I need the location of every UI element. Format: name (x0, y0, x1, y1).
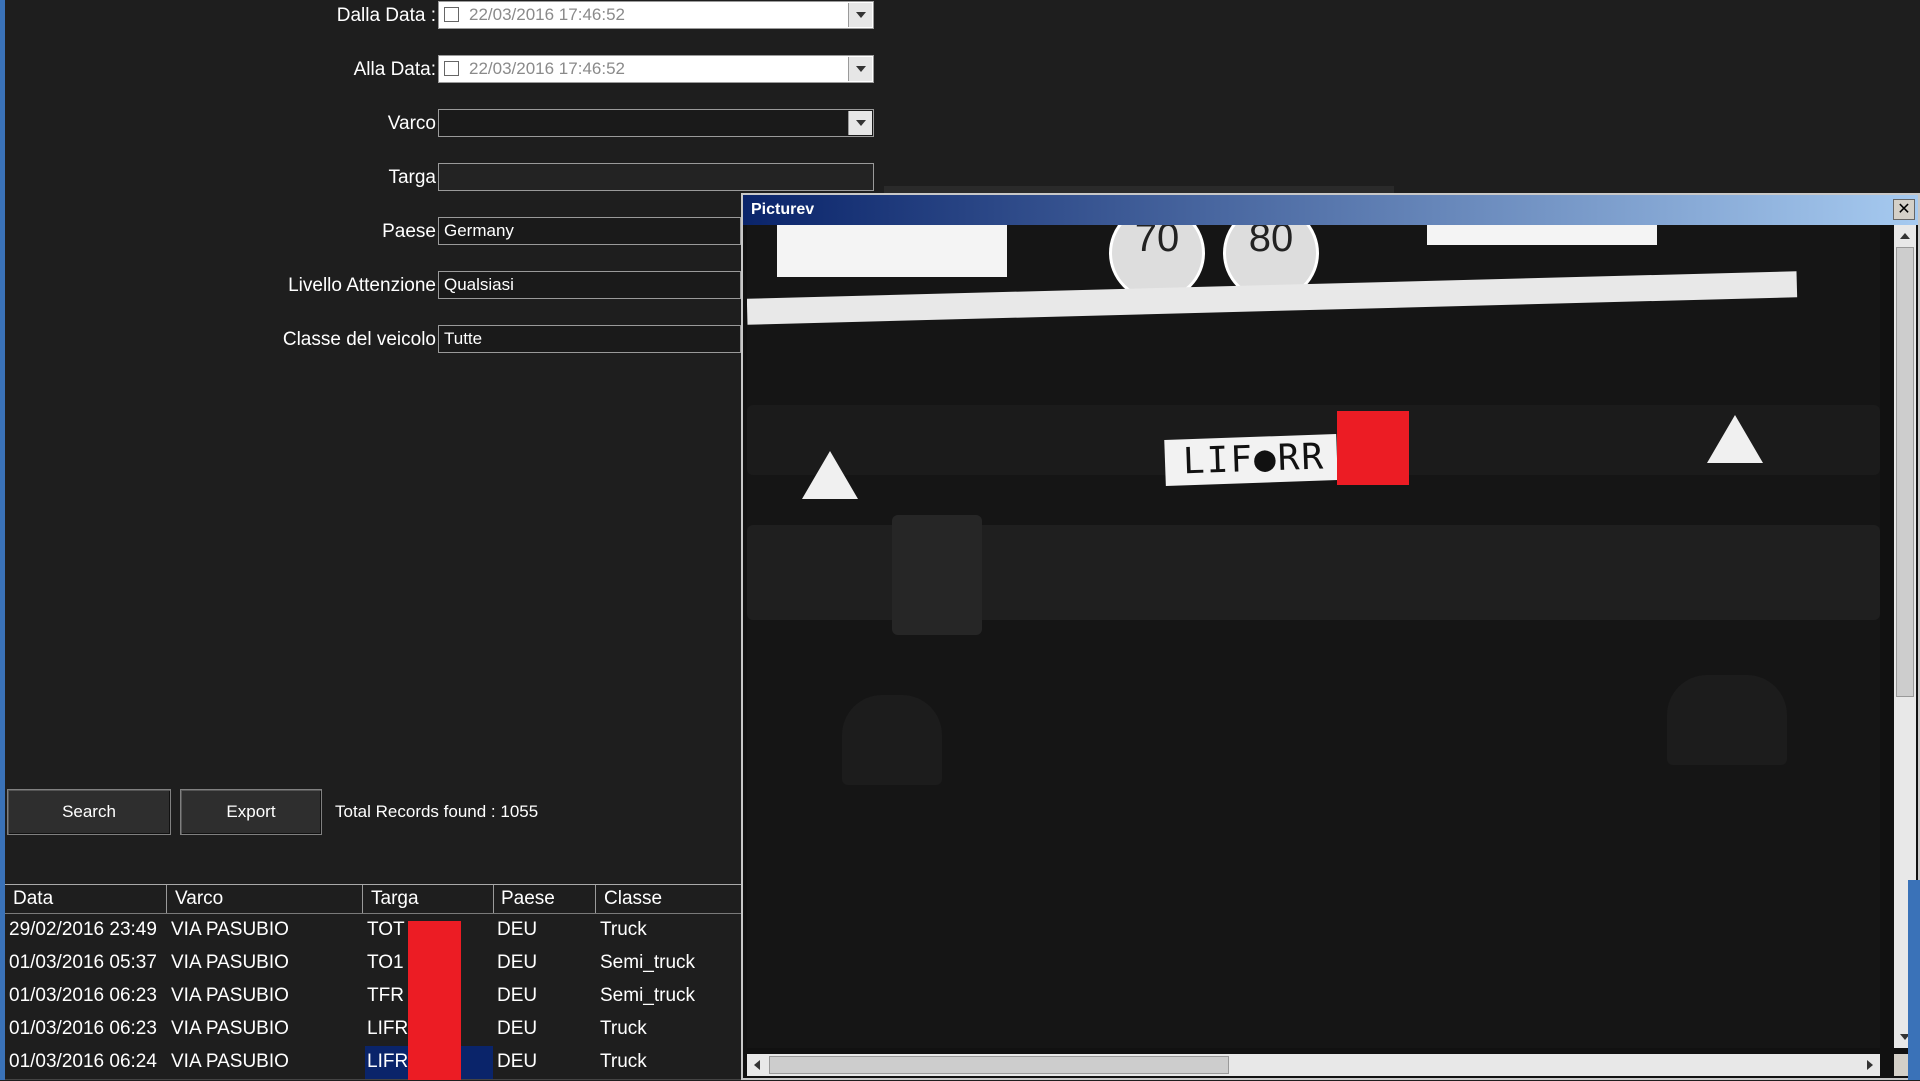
header-varco[interactable]: Varco (175, 888, 223, 910)
dalla-data-value: 22/03/2016 17:46:52 (469, 5, 625, 24)
picture-window-titlebar[interactable]: Picturev ✕ (743, 195, 1918, 225)
horizontal-scrollbar[interactable] (747, 1054, 1880, 1076)
cell-targa: LIFR (367, 1051, 409, 1072)
close-icon[interactable]: ✕ (1893, 199, 1915, 220)
alla-data-checkbox[interactable] (444, 61, 459, 76)
cell-paese: DEU (497, 985, 538, 1006)
vehicle-emblem-left (842, 695, 942, 785)
cell-data: 01/03/2016 05:37 (9, 952, 157, 973)
search-button[interactable]: Search (7, 789, 171, 835)
cell-paese: DEU (497, 1018, 538, 1039)
license-plate: LIF●RR (1164, 434, 1338, 486)
cell-varco: VIA PASUBIO (171, 985, 289, 1006)
classe-value: Tutte (444, 329, 483, 348)
cell-data: 01/03/2016 06:24 (9, 1051, 157, 1072)
targa-input[interactable] (438, 163, 874, 191)
warning-triangle-left (802, 451, 858, 499)
column-separator[interactable] (493, 885, 494, 913)
cell-targa: TOT (367, 919, 405, 940)
table-row[interactable]: 29/02/2016 23:49 VIA PASUBIO TOT DEU Tru… (5, 914, 741, 948)
window-right-border (1908, 880, 1920, 1080)
cell-classe: Semi_truck (600, 952, 696, 973)
paese-label: Paese (382, 221, 436, 242)
cell-classe: Truck (600, 1018, 647, 1039)
vehicle-top-panel: 70 80 (747, 225, 1880, 330)
dalla-data-checkbox[interactable] (444, 7, 459, 22)
header-paese[interactable]: Paese (501, 888, 555, 910)
cell-data: 29/02/2016 23:49 (9, 919, 157, 940)
cell-classe: Semi_truck (600, 985, 696, 1006)
header-classe[interactable]: Classe (604, 888, 662, 910)
column-separator[interactable] (166, 885, 167, 913)
cell-paese: DEU (497, 952, 538, 973)
picture-window-title: Picturev (751, 201, 815, 218)
cell-varco: VIA PASUBIO (171, 1051, 289, 1072)
livello-select[interactable]: Qualsiasi (438, 271, 741, 299)
column-separator[interactable] (362, 885, 363, 913)
cell-varco: VIA PASUBIO (171, 1018, 289, 1039)
header-data[interactable]: Data (13, 888, 53, 910)
cell-targa: LIFR (367, 1018, 409, 1039)
cell-varco: VIA PASUBIO (171, 919, 289, 940)
varco-dropdown-icon[interactable] (848, 111, 872, 135)
table-row-selected[interactable]: 01/03/2016 06:24 VIA PASUBIO LIFR DEU Tr… (5, 1046, 741, 1080)
varco-label: Varco (387, 113, 436, 134)
cell-classe: Truck (600, 919, 647, 940)
cell-data: 01/03/2016 06:23 (9, 985, 157, 1006)
dalla-data-dropdown-icon[interactable] (848, 3, 872, 27)
cell-paese: DEU (497, 1051, 538, 1072)
warning-triangle-right (1707, 415, 1763, 463)
table-row[interactable]: 01/03/2016 05:37 VIA PASUBIO TO1 DEU Sem… (5, 947, 741, 981)
scroll-left-icon[interactable] (754, 1060, 760, 1070)
results-table: Data Varco Targa Paese Classe 29/02/2016… (5, 884, 741, 1081)
classe-select[interactable]: Tutte (438, 325, 741, 353)
scroll-up-icon[interactable] (1900, 233, 1910, 239)
livello-label: Livello Attenzione (288, 275, 436, 296)
horizontal-scroll-thumb[interactable] (769, 1056, 1229, 1074)
vertical-scroll-thumb[interactable] (1896, 247, 1914, 697)
cell-paese: DEU (497, 919, 538, 940)
table-header: Data Varco Targa Paese Classe (5, 885, 741, 914)
alla-data-value: 22/03/2016 17:46:52 (469, 59, 625, 78)
redaction-block (408, 921, 461, 1080)
picture-window[interactable]: Picturev ✕ 70 80 LIF●RR (741, 193, 1920, 1080)
cell-classe: Truck (600, 1051, 647, 1072)
cell-data: 01/03/2016 06:23 (9, 1018, 157, 1039)
table-row[interactable]: 01/03/2016 06:23 VIA PASUBIO LIFR DEU Tr… (5, 1013, 741, 1047)
table-row[interactable]: 01/03/2016 06:23 VIA PASUBIO TFR DEU Sem… (5, 980, 741, 1014)
targa-label: Targa (388, 167, 436, 188)
paese-select[interactable]: Germany (438, 217, 741, 245)
vehicle-panel-right (1427, 225, 1657, 245)
alla-data-dropdown-icon[interactable] (848, 57, 872, 81)
plate-redaction-block (1337, 411, 1409, 485)
classe-label: Classe del veicolo (282, 329, 436, 350)
export-button[interactable]: Export (180, 789, 322, 835)
cell-targa: TFR (367, 985, 404, 1006)
dalla-data-label: Dalla Data : (336, 5, 436, 26)
varco-select[interactable] (438, 109, 874, 137)
cell-varco: VIA PASUBIO (171, 952, 289, 973)
dalla-data-picker[interactable]: 22/03/2016 17:46:52 (438, 1, 874, 29)
vehicle-emblem-right (1667, 675, 1787, 765)
vehicle-panel-left (777, 225, 1007, 277)
vehicle-camera-image: 70 80 LIF●RR (747, 225, 1880, 1048)
vehicle-mudflap (892, 515, 982, 635)
alla-data-label: Alla Data: (353, 59, 436, 80)
total-records-text: Total Records found : 1055 (335, 802, 539, 821)
alla-data-picker[interactable]: 22/03/2016 17:46:52 (438, 55, 874, 83)
header-targa[interactable]: Targa (371, 888, 419, 910)
livello-value: Qualsiasi (444, 275, 514, 294)
scroll-right-icon[interactable] (1867, 1060, 1873, 1070)
paese-value: Germany (444, 221, 514, 240)
cell-targa: TO1 (367, 952, 404, 973)
column-separator[interactable] (595, 885, 596, 913)
